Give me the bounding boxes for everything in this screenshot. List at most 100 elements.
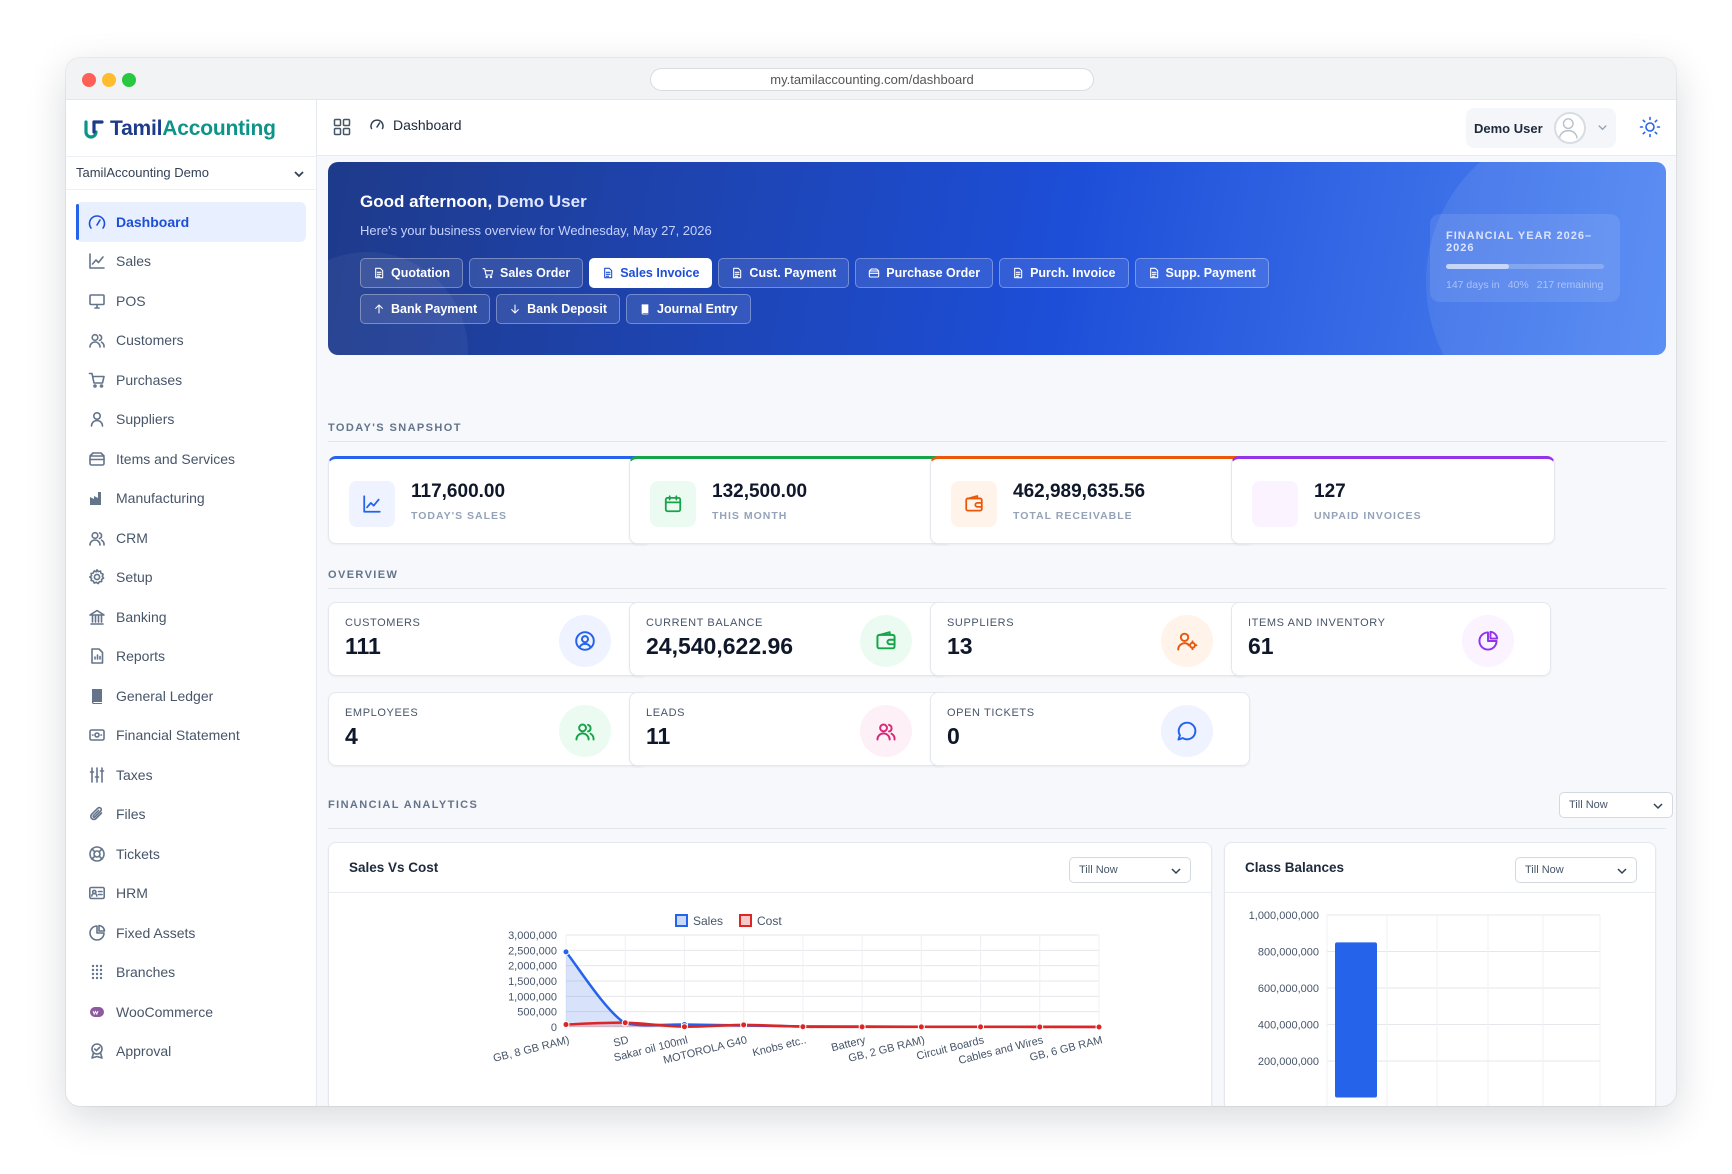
maximize-window-button[interactable]	[122, 73, 136, 87]
data-point-cost[interactable]	[1095, 1023, 1103, 1031]
sliders-icon	[89, 766, 105, 783]
financial-year-days-in: 147 days in	[1446, 279, 1500, 291]
factory-icon	[90, 492, 101, 506]
quick-action-cust-payment-button[interactable]: Cust. Payment	[718, 258, 850, 288]
overview-card-employees[interactable]: EMPLOYEES 4	[328, 692, 648, 766]
sidebar-item-label: Financial Statement	[116, 727, 240, 744]
sidebar-nav: Dashboard Sales POS Customers Purchases Suppl…	[76, 202, 306, 1071]
data-point-cost[interactable]	[858, 1023, 866, 1031]
quick-action-sales-invoice-button[interactable]: Sales Invoice	[589, 258, 713, 288]
bar[interactable]	[1335, 942, 1377, 1098]
sidebar-item-items-and-services[interactable]: Items and Services	[76, 439, 306, 479]
sidebar-item-reports[interactable]: Reports	[76, 637, 306, 677]
sidebar-item-tickets[interactable]: Tickets	[76, 834, 306, 874]
quick-action-bank-deposit-button[interactable]: Bank Deposit	[496, 294, 621, 324]
sidebar-item-hrm[interactable]: HRM	[76, 874, 306, 914]
report-icon	[91, 648, 104, 665]
minimize-window-button[interactable]	[102, 73, 116, 87]
x-tick-label: GB, 8 GB RAM)	[492, 1034, 571, 1065]
financial-year-percent: 40%	[1507, 279, 1529, 291]
close-window-button[interactable]	[82, 73, 96, 87]
data-point-cost[interactable]	[562, 1021, 570, 1029]
class-balances-period-select[interactable]: Till Now	[1515, 857, 1637, 883]
series-area-sales	[566, 951, 1099, 1027]
snapshot-card-this-month[interactable]: 132,500.00 THIS MONTH	[629, 456, 953, 544]
overview-title: OVERVIEW	[328, 569, 399, 581]
apps-grid-icon[interactable]	[333, 118, 351, 136]
analytics-period-select[interactable]: Till Now	[1559, 792, 1673, 818]
chevron-down-icon	[294, 171, 304, 178]
quick-action-purchase-order-button[interactable]: Purchase Order	[855, 258, 994, 288]
sidebar-item-general-ledger[interactable]: General Ledger	[76, 676, 306, 716]
data-point-cost[interactable]	[1036, 1023, 1044, 1031]
snapshot-value: 462,989,635.56	[1013, 481, 1146, 502]
sidebar-item-sales[interactable]: Sales	[76, 242, 306, 282]
brand-logo[interactable]: TamilAccounting	[84, 114, 276, 144]
overview-card-items-and-inventory[interactable]: ITEMS AND INVENTORY 61	[1231, 602, 1551, 676]
overview-card-leads[interactable]: LEADS 11	[629, 692, 949, 766]
y-tick-label: 1,000,000	[508, 991, 557, 1003]
brand-name: TamilAccounting	[110, 117, 276, 140]
data-point-cost[interactable]	[740, 1021, 748, 1029]
y-tick-label: 3,000,000	[508, 930, 557, 942]
sidebar-item-manufacturing[interactable]: Manufacturing	[76, 479, 306, 519]
user-gear-icon	[1177, 632, 1198, 651]
quick-action-journal-entry-button[interactable]: Journal Entry	[626, 294, 751, 324]
sidebar-item-dashboard[interactable]: Dashboard	[76, 202, 306, 242]
address-bar[interactable]: my.tamilaccounting.com/dashboard	[650, 68, 1094, 91]
avatar	[1554, 112, 1586, 144]
quick-action-quotation-button[interactable]: Quotation	[360, 258, 464, 288]
quick-action-sales-order-button[interactable]: Sales Order	[469, 258, 584, 288]
overview-label: EMPLOYEES	[345, 707, 419, 719]
overview-card-open-tickets[interactable]: OPEN TICKETS 0	[930, 692, 1250, 766]
sidebar-item-branches[interactable]: Branches	[76, 953, 306, 993]
sidebar-item-fixed-assets[interactable]: Fixed Assets	[76, 913, 306, 953]
sidebar-item-taxes[interactable]: Taxes	[76, 755, 306, 795]
wallet-icon	[965, 495, 983, 512]
sidebar-item-label: Items and Services	[116, 450, 236, 467]
y-tick-label: 800,000,000	[1258, 947, 1319, 959]
overview-card-customers[interactable]: CUSTOMERS 111	[328, 602, 648, 676]
sidebar-item-pos[interactable]: POS	[76, 281, 306, 321]
overview-value: 0	[947, 723, 960, 749]
quick-action-supp-payment-button[interactable]: Supp. Payment	[1134, 258, 1269, 288]
sales-vs-cost-period-select[interactable]: Till Now	[1069, 857, 1191, 883]
overview-card-current-balance[interactable]: CURRENT BALANCE 24,540,622.96	[629, 602, 949, 676]
sidebar-item-suppliers[interactable]: Suppliers	[76, 400, 306, 440]
overview-label: CUSTOMERS	[345, 617, 421, 629]
snapshot-card-unpaid-invoices[interactable]: 127 UNPAID INVOICES	[1231, 456, 1555, 544]
sidebar-item-customers[interactable]: Customers	[76, 321, 306, 361]
sidebar-item-purchases[interactable]: Purchases	[76, 360, 306, 400]
data-point-cost[interactable]	[621, 1019, 629, 1027]
overview-label: CURRENT BALANCE	[646, 617, 763, 629]
sidebar-item-label: Manufacturing	[116, 490, 205, 507]
sidebar-item-files[interactable]: Files	[76, 795, 306, 835]
data-point-cost[interactable]	[799, 1023, 807, 1031]
doc-icon	[733, 267, 742, 279]
snapshot-card-total-receivable[interactable]: 462,989,635.56 TOTAL RECEIVABLE	[930, 456, 1254, 544]
quick-action-purch-invoice-button[interactable]: Purch. Invoice	[999, 258, 1129, 288]
y-tick-label: 200,000,000	[1258, 1056, 1319, 1068]
company-selector[interactable]: TamilAccounting Demo	[66, 156, 317, 190]
snapshot-card-today-s-sales[interactable]: 117,600.00 TODAY'S SALES	[328, 456, 652, 544]
sidebar-item-crm[interactable]: CRM	[76, 518, 306, 558]
data-point-cost[interactable]	[977, 1023, 985, 1031]
breadcrumb: Dashboard	[369, 117, 462, 133]
y-tick-label: 400,000,000	[1258, 1020, 1319, 1032]
sidebar-item-woocommerce[interactable]: WooCommerce	[76, 992, 306, 1032]
sidebar-item-approval[interactable]: Approval	[76, 1032, 306, 1072]
overview-card-suppliers[interactable]: SUPPLIERS 13	[930, 602, 1250, 676]
sidebar-item-label: Approval	[116, 1043, 172, 1060]
data-point-sales[interactable]	[562, 948, 570, 956]
sidebar-item-banking[interactable]: Banking	[76, 597, 306, 637]
user-menu-button[interactable]: Demo User	[1466, 108, 1616, 148]
data-point-cost[interactable]	[680, 1023, 688, 1031]
theme-toggle-sun-icon[interactable]	[1638, 115, 1662, 139]
quick-action-bank-payment-button[interactable]: Bank Payment	[360, 294, 491, 324]
sidebar-item-setup[interactable]: Setup	[76, 558, 306, 598]
sidebar-item-financial-statement[interactable]: Financial Statement	[76, 716, 306, 756]
data-point-cost[interactable]	[917, 1023, 925, 1031]
company-selector-value: TamilAccounting Demo	[76, 165, 209, 180]
arrow-up-icon	[375, 304, 383, 314]
main-content: Good afternoon, Demo User Here's your bu…	[317, 156, 1676, 1106]
